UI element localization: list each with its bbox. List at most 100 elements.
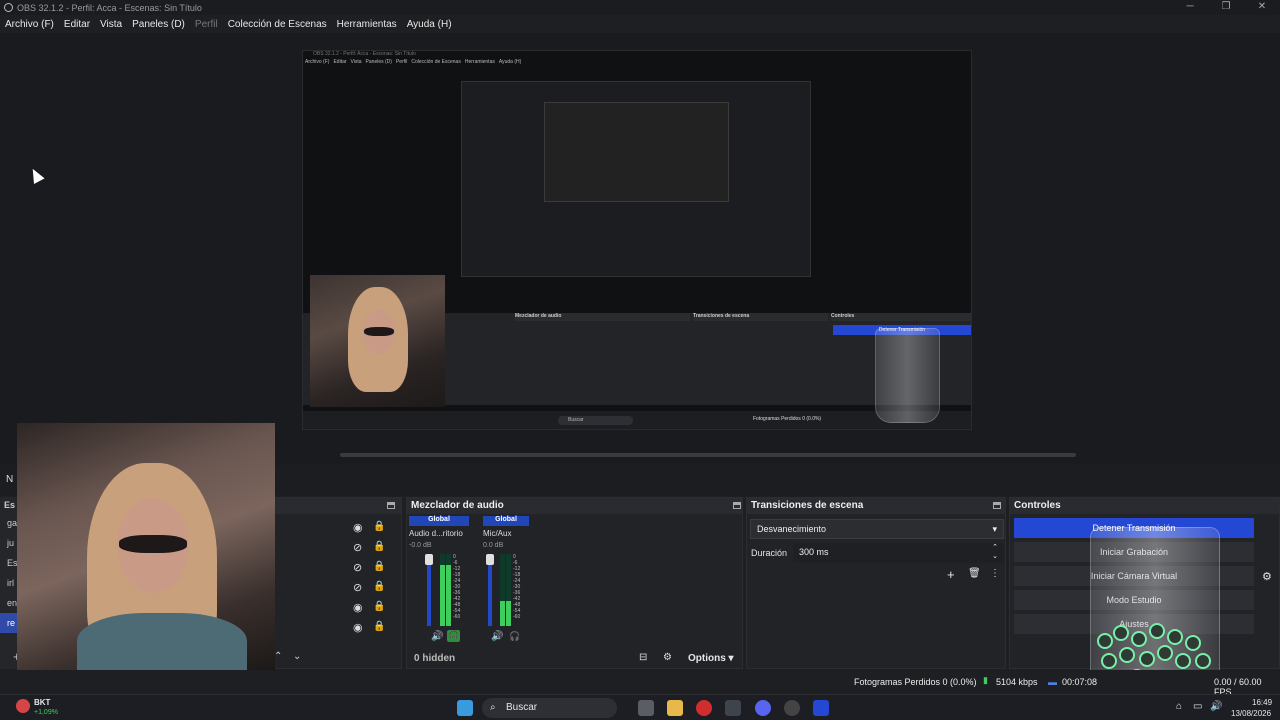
eye-icon[interactable]: ◉ — [353, 601, 363, 614]
scene-item[interactable]: ga — [0, 513, 17, 533]
menu-paneles[interactable]: Paneles (D) — [127, 19, 190, 30]
level-bar-0 — [440, 564, 445, 626]
scene-item-selected[interactable]: re — [0, 613, 17, 633]
move-down-icon[interactable]: ⌄ — [293, 651, 301, 662]
level-meter — [446, 554, 451, 626]
stock-widget-icon[interactable] — [16, 699, 30, 713]
popout-icon[interactable] — [387, 502, 395, 509]
windows-start-icon[interactable] — [457, 700, 473, 716]
maximize-icon[interactable]: ❐ — [1208, 0, 1244, 15]
menu-vista[interactable]: Vista — [95, 19, 127, 30]
popout-icon[interactable] — [733, 502, 741, 509]
mixer-settings-icon[interactable]: ⚙ — [663, 652, 672, 663]
menu-perfil[interactable]: Perfil — [190, 19, 223, 30]
clock-time[interactable]: 16:49 — [1252, 698, 1272, 707]
close-icon[interactable]: ✕ — [1244, 0, 1280, 15]
popout-icon[interactable] — [993, 502, 1001, 509]
source-row[interactable]: ⊘ 🔒 — [353, 580, 393, 594]
mixer-bus-mic: Global Mic/Aux 0.0 dB 0 -6 -12 -18 -24 -30 -36… — [483, 516, 543, 656]
speaker-icon[interactable]: 🔊 — [491, 631, 503, 642]
stream-time: 00:07:08 — [1062, 677, 1098, 687]
eye-icon[interactable]: ◉ — [353, 621, 363, 634]
layout-toggle-icon[interactable]: ⊟ — [639, 652, 647, 663]
menu-herramientas[interactable]: Herramientas — [332, 19, 402, 30]
bus-name[interactable]: Audio d...ritorio — [409, 529, 469, 538]
db-scale: 0 -6 -12 -18 -24 -30 -36 -42 -48 -54 -60 — [513, 554, 521, 620]
source-row[interactable]: ◉ 🔒 — [353, 600, 393, 614]
bus-db: -0.0 dB — [409, 542, 432, 549]
lock-icon[interactable]: 🔒 — [373, 561, 385, 572]
monitor-headphones-icon[interactable]: 🎧 — [447, 630, 460, 642]
transition-menu-icon[interactable]: ⋮ — [990, 568, 1000, 579]
eye-hidden-icon[interactable]: ⊘ — [353, 581, 362, 594]
scene-item[interactable]: ju — [0, 533, 17, 553]
mixer-options-button[interactable]: Options ▾ — [688, 653, 734, 664]
level-meter — [506, 554, 511, 626]
level-bar-1 — [500, 600, 505, 626]
source-row[interactable]: ◉ 🔒 — [353, 520, 393, 534]
move-up-icon[interactable]: ⌃ — [274, 651, 282, 662]
source-row[interactable]: ⊘ 🔒 — [353, 560, 393, 574]
fader-knob[interactable] — [486, 554, 494, 565]
status-bar: Fotogramas Perdidos 0 (0.0%) ▮ 5104 kbps… — [0, 670, 1280, 697]
file-explorer-icon[interactable] — [667, 700, 683, 716]
menu-editar[interactable]: Editar — [59, 19, 95, 30]
scene-item[interactable]: Es — [0, 553, 18, 573]
network-icon[interactable]: ⌂ — [1176, 701, 1182, 712]
menu-bar: Archivo (F) Editar Vista Paneles (D) Per… — [0, 15, 1280, 33]
scene-item[interactable]: irl — [0, 573, 17, 593]
search-icon: ⌕ — [490, 702, 496, 713]
cup-overlay-mini — [875, 328, 940, 423]
dropped-frames: Fotogramas Perdidos 0 (0.0%) — [854, 677, 977, 687]
streaming-app-icon[interactable] — [813, 700, 829, 716]
hidden-count: 0 hidden — [414, 653, 456, 664]
menu-ayuda[interactable]: Ayuda (H) — [402, 19, 457, 30]
opera-icon[interactable] — [696, 700, 712, 716]
duration-label: Duración — [751, 548, 788, 558]
level-meter — [500, 554, 505, 626]
lock-icon[interactable]: 🔒 — [373, 601, 385, 612]
menu-archivo[interactable]: Archivo (F) — [0, 19, 59, 30]
source-row[interactable]: ⊘ 🔒 — [353, 540, 393, 554]
taskbar-search[interactable]: ⌕ Buscar — [482, 698, 617, 718]
transition-select[interactable]: Desvanecimiento ▾ — [750, 519, 1004, 539]
level-bar-0b — [446, 564, 451, 626]
signal-icon: ▮ — [983, 675, 988, 685]
controls-header: Controles — [1010, 498, 1279, 514]
clock-date[interactable]: 13/08/2026 — [1231, 709, 1271, 718]
webcam-overlay — [17, 423, 275, 675]
bitrate: 5104 kbps — [996, 677, 1038, 687]
minimize-icon[interactable]: ─ — [1172, 0, 1208, 15]
obs-taskbar-icon[interactable] — [784, 700, 800, 716]
headphones-icon[interactable]: 🎧 — [509, 631, 520, 642]
lock-icon[interactable]: 🔒 — [373, 621, 385, 632]
eye-icon[interactable]: ◉ — [353, 521, 363, 534]
eye-hidden-icon[interactable]: ⊘ — [353, 541, 362, 554]
stream-live-icon: ▬ — [1048, 677, 1057, 687]
delete-transition-icon[interactable]: 🗑 — [968, 568, 981, 579]
battery-icon[interactable]: ▭ — [1193, 701, 1202, 712]
virtual-camera-settings-icon[interactable]: ⚙ — [1262, 570, 1272, 583]
bus-name[interactable]: Mic/Aux — [483, 529, 543, 538]
bus-db: 0.0 dB — [483, 542, 504, 549]
app-icon[interactable] — [725, 700, 741, 716]
menu-coleccion[interactable]: Colección de Escenas — [223, 19, 332, 30]
transitions-header: Transiciones de escena — [747, 498, 1005, 514]
nested-preview-level2 — [461, 81, 811, 277]
eye-hidden-icon[interactable]: ⊘ — [353, 561, 362, 574]
volume-icon[interactable]: 🔊 — [1210, 701, 1222, 712]
duration-input[interactable]: 300 ms ⌃ ⌄ — [793, 543, 1004, 563]
source-row[interactable]: ◉ 🔒 — [353, 620, 393, 634]
fader-knob[interactable] — [425, 554, 433, 565]
speaker-icon[interactable]: 🔊 — [431, 631, 443, 642]
lock-icon[interactable]: 🔒 — [373, 521, 385, 532]
task-view-icon[interactable] — [638, 700, 654, 716]
scene-item[interactable]: en — [0, 593, 17, 613]
lock-icon[interactable]: 🔒 — [373, 581, 385, 592]
preview-scrollbar[interactable] — [340, 453, 1076, 457]
scenes-dock: Es ga ju Es irl en re + — [0, 497, 21, 669]
add-transition-icon[interactable]: + — [947, 567, 955, 582]
discord-icon[interactable] — [755, 700, 771, 716]
lock-icon[interactable]: 🔒 — [373, 541, 385, 552]
scene-transitions-dock: Transiciones de escena Desvanecimiento ▾ … — [746, 497, 1006, 669]
